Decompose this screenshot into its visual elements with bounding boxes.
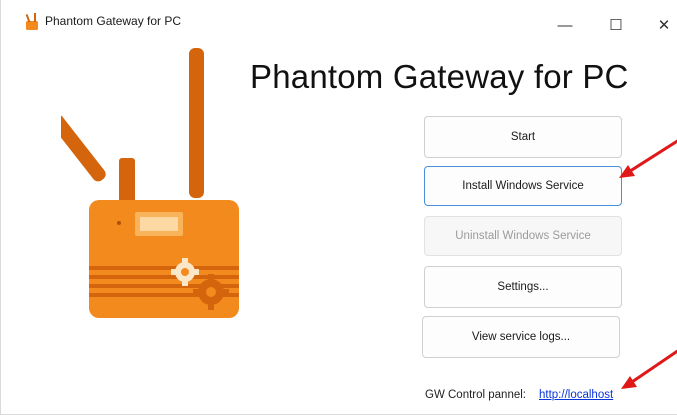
right-antenna <box>189 48 204 198</box>
minimize-button[interactable]: — <box>542 8 588 42</box>
install-windows-service-button[interactable]: Install Windows Service <box>424 166 622 206</box>
close-button[interactable]: ✕ <box>641 8 677 42</box>
maximize-icon: ☐ <box>609 17 623 34</box>
left-antenna <box>61 114 135 204</box>
device-led <box>117 221 121 225</box>
view-service-logs-button[interactable]: View service logs... <box>422 316 620 358</box>
app-window: Phantom Gateway for PC — ☐ ✕ Phantom Gat… <box>0 0 677 415</box>
gateway-device-illustration <box>61 48 239 318</box>
minimize-icon: — <box>557 16 573 34</box>
page-title: Phantom Gateway for PC <box>250 58 629 95</box>
uninstall-windows-service-button[interactable]: Uninstall Windows Service <box>424 216 622 256</box>
control-panel-label: GW Control pannel: <box>425 389 526 401</box>
close-icon: ✕ <box>657 17 671 34</box>
red-arrow-annotation <box>621 349 677 389</box>
settings-button[interactable]: Settings... <box>424 266 622 308</box>
title-bar: Phantom Gateway for PC — ☐ ✕ <box>1 0 677 44</box>
app-logo-icon <box>25 13 38 30</box>
control-panel-link[interactable]: http://localhost <box>539 389 613 401</box>
start-button[interactable]: Start <box>424 116 622 158</box>
red-arrow-annotation <box>619 139 677 178</box>
window-title: Phantom Gateway for PC <box>45 14 182 28</box>
maximize-button[interactable]: ☐ <box>593 8 639 42</box>
